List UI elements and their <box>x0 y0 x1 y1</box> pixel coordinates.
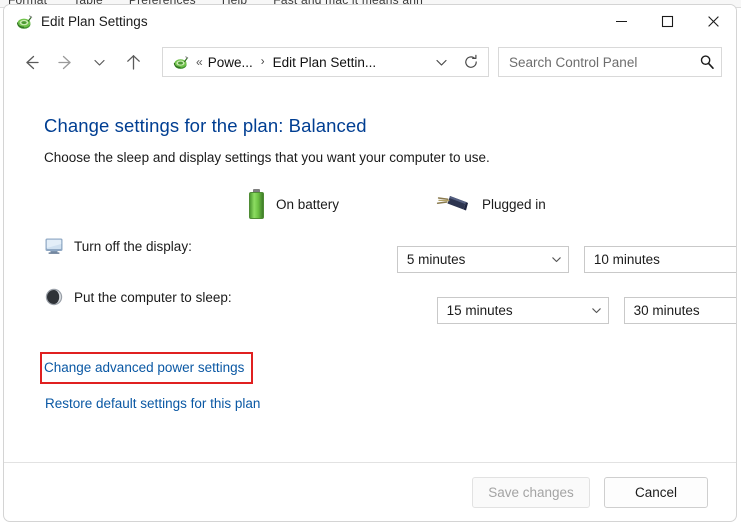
address-dropdown-chevron-down-icon[interactable] <box>426 48 456 76</box>
minimize-icon[interactable] <box>598 5 644 38</box>
breadcrumb-separator[interactable]: › <box>261 56 265 68</box>
setting-row-label: Turn off the display: <box>74 238 192 254</box>
screenshot-root: FormatTablePreferencesHelpFast and mac i… <box>0 0 741 525</box>
breadcrumb-overflow[interactable]: « <box>196 55 203 69</box>
chevron-down-icon[interactable] <box>733 253 736 266</box>
turn-off-display-plugged-in-select[interactable]: 10 minutes <box>583 246 736 273</box>
search-box[interactable] <box>498 47 722 77</box>
setting-row-put-computer-to-sleep: Put the computer to sleep: 15 minutes 30… <box>44 282 736 324</box>
power-options-icon <box>172 54 189 71</box>
column-header-plugged-in: Plugged in <box>436 193 546 215</box>
power-plan-icon <box>15 13 33 31</box>
recent-locations-chevron-down-icon[interactable] <box>82 45 116 79</box>
select-value: 10 minutes <box>593 252 660 267</box>
links-section: Change advanced power settings Restore d… <box>40 352 736 413</box>
up-arrow-icon[interactable] <box>116 45 150 79</box>
search-input[interactable] <box>499 54 693 70</box>
close-icon[interactable] <box>690 5 736 38</box>
setting-row-label: Put the computer to sleep: <box>74 289 232 305</box>
restore-default-settings-link[interactable]: Restore default settings for this plan <box>45 396 260 411</box>
title-bar: Edit Plan Settings <box>4 5 736 38</box>
forward-arrow-icon[interactable] <box>48 45 82 79</box>
change-advanced-power-settings-highlight: Change advanced power settings <box>40 352 254 384</box>
select-value: 30 minutes <box>633 303 700 318</box>
column-header-label: Plugged in <box>482 196 546 212</box>
page-subtitle: Choose the sleep and display settings th… <box>44 150 490 165</box>
column-header-label: On battery <box>276 196 340 212</box>
battery-icon <box>249 189 264 219</box>
restore-default-settings-wrap: Restore default settings for this plan <box>45 395 736 413</box>
page-title: Change settings for the plan: Balanced <box>44 115 367 136</box>
display-monitor-icon <box>44 236 64 256</box>
search-icon[interactable] <box>693 49 721 75</box>
breadcrumb-item-edit-plan-settings[interactable]: Edit Plan Settin... <box>273 55 377 70</box>
select-value: 5 minutes <box>406 252 466 267</box>
power-plug-icon <box>436 193 470 215</box>
setting-row-fields: 15 minutes 30 minutes <box>436 297 736 324</box>
sleep-plugged-in-select[interactable]: 30 minutes <box>623 297 736 324</box>
breadcrumb-item-power-options[interactable]: Powe... <box>208 55 253 70</box>
column-header-on-battery: On battery <box>249 189 436 219</box>
window-controls <box>598 5 736 38</box>
sleep-moon-icon <box>44 287 64 307</box>
settings-grid: On battery Plugged in Turn off the displ… <box>44 187 736 324</box>
back-arrow-icon[interactable] <box>14 45 48 79</box>
chevron-down-icon[interactable] <box>546 253 568 266</box>
refresh-icon[interactable] <box>456 48 486 76</box>
window-title: Edit Plan Settings <box>41 14 148 29</box>
main-content: Change settings for the plan: Balanced C… <box>4 115 736 413</box>
cancel-button[interactable]: Cancel <box>604 476 708 508</box>
navigation-bar: « Powe... › Edit Plan Settin... <box>4 38 736 86</box>
setting-row-fields: 5 minutes 10 minutes <box>396 246 736 273</box>
change-advanced-power-settings-link[interactable]: Change advanced power settings <box>44 360 244 375</box>
footer-actions: Save changes Cancel <box>4 463 736 521</box>
maximize-icon[interactable] <box>644 5 690 38</box>
setting-row-turn-off-display: Turn off the display: 5 minutes 10 minut… <box>44 231 736 273</box>
select-value: 15 minutes <box>446 303 513 318</box>
save-changes-button[interactable]: Save changes <box>472 476 590 508</box>
chevron-down-icon[interactable] <box>586 304 608 317</box>
sleep-on-battery-select[interactable]: 15 minutes <box>436 297 609 324</box>
settings-column-headers: On battery Plugged in <box>44 187 736 221</box>
edit-plan-settings-window: Edit Plan Settings « Powe... › Edit Plan… <box>3 4 737 522</box>
turn-off-display-on-battery-select[interactable]: 5 minutes <box>396 246 569 273</box>
address-bar[interactable]: « Powe... › Edit Plan Settin... <box>162 47 489 77</box>
